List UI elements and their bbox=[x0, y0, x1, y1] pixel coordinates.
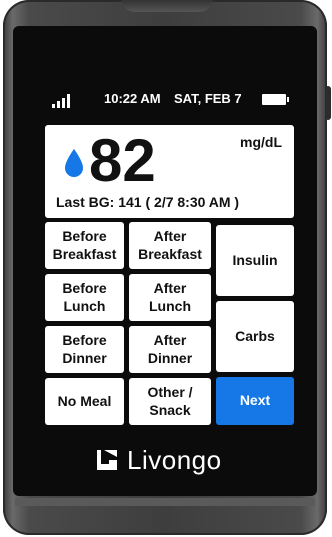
battery-icon bbox=[262, 94, 289, 105]
after-dinner-button[interactable]: After Dinner bbox=[129, 326, 211, 373]
before-dinner-button[interactable]: Before Dinner bbox=[45, 326, 124, 373]
after-breakfast-button[interactable]: After Breakfast bbox=[129, 222, 211, 269]
livongo-logo-icon bbox=[97, 450, 117, 470]
status-date: SAT, FEB 7 bbox=[174, 91, 242, 106]
before-lunch-button[interactable]: Before Lunch bbox=[45, 274, 124, 321]
carbs-button[interactable]: Carbs bbox=[216, 301, 294, 372]
brand-name: Livongo bbox=[127, 444, 222, 475]
glucose-reading-panel: 82 mg/dL Last BG: 141 ( 2/7 8:30 AM ) bbox=[45, 125, 294, 218]
brand-logo: Livongo bbox=[95, 443, 245, 477]
status-time: 10:22 AM bbox=[104, 91, 161, 106]
signal-strength-icon bbox=[52, 92, 74, 108]
blood-drop-icon bbox=[65, 149, 83, 177]
glucose-value: 82 bbox=[89, 127, 156, 194]
insulin-button[interactable]: Insulin bbox=[216, 225, 294, 296]
other-snack-button[interactable]: Other / Snack bbox=[129, 378, 211, 425]
device-side-button[interactable] bbox=[325, 86, 331, 120]
glucose-unit: mg/dL bbox=[240, 134, 282, 150]
meal-tag-grid: Before Breakfast After Breakfast Insulin… bbox=[45, 222, 295, 427]
last-bg-reading: Last BG: 141 ( 2/7 8:30 AM ) bbox=[56, 194, 240, 210]
device-top-notch bbox=[121, 0, 213, 12]
after-lunch-button[interactable]: After Lunch bbox=[129, 274, 211, 321]
before-breakfast-button[interactable]: Before Breakfast bbox=[45, 222, 124, 269]
device-bottom-band bbox=[15, 498, 315, 506]
no-meal-button[interactable]: No Meal bbox=[45, 378, 124, 425]
status-bar: 10:22 AM SAT, FEB 7 bbox=[42, 88, 294, 110]
next-button[interactable]: Next bbox=[216, 377, 294, 425]
